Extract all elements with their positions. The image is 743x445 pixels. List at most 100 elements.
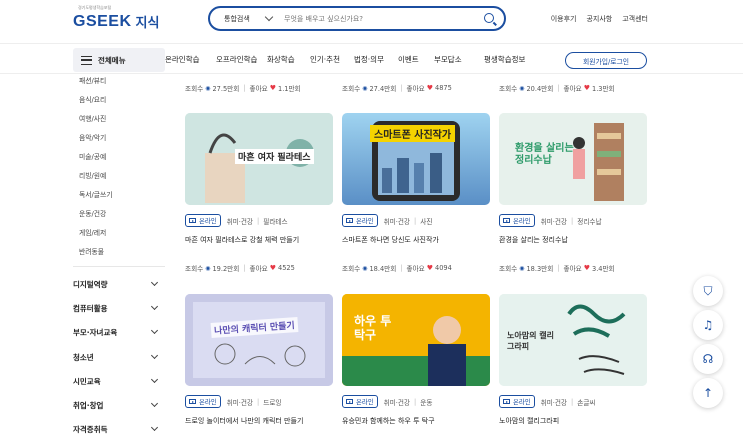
thumbnail-title: 스마트폰 사진작가 — [370, 125, 456, 142]
course-thumbnail[interactable]: 마흔 여자 필라테스 — [185, 113, 333, 205]
link-notices[interactable]: 공지사항 — [586, 14, 612, 24]
logo-subtitle: 지식 — [135, 16, 160, 31]
chevron-down-icon — [150, 375, 159, 384]
logo[interactable]: GSEEK 지식 — [73, 9, 159, 31]
sidebar-sub-reading[interactable]: 독서/글쓰기 — [79, 189, 113, 199]
sidebar-sub-exercise[interactable]: 운동/건강 — [79, 208, 106, 218]
badge-label: 온라인 — [356, 398, 374, 406]
sidebar-cat-label: 부모·자녀교육 — [73, 328, 118, 337]
search-input[interactable] — [284, 14, 464, 23]
online-badge: 온라인 — [185, 214, 221, 227]
sidebar-sub-travel[interactable]: 여행/사진 — [79, 113, 106, 123]
course-title[interactable]: 마흔 여자 필라테스로 강철 체력 만들기 — [185, 235, 299, 245]
nav-parents[interactable]: 부모답소 — [434, 54, 484, 65]
award-icon: ⛉ — [703, 283, 713, 298]
nav-items: 온라인학습 오프라인학습 화상학습 인기·추천 법정·의무 이벤트 부모답소 평… — [165, 54, 525, 65]
scroll-top-button[interactable]: ↑ — [693, 378, 723, 408]
badge-label: 온라인 — [199, 217, 217, 225]
sidebar-cat-label: 디지털역량 — [73, 280, 108, 289]
likes-label: 좋아요 — [563, 85, 582, 93]
link-reviews[interactable]: 이용후기 — [551, 14, 577, 24]
signup-login-button[interactable]: 회원가입/로그인 — [565, 52, 647, 69]
nav-info[interactable]: 평생학습정보 — [484, 54, 525, 65]
sidebar-cat-label: 시민교육 — [73, 377, 101, 386]
course-tags: 온라인 취미·건강 | 손글씨 — [499, 395, 595, 408]
course-thumbnail[interactable]: 스마트폰 사진작가 — [342, 113, 490, 205]
eye-icon: ◉ — [205, 84, 211, 92]
heart-icon: ♥ — [426, 264, 433, 272]
tag-subcategory: 운동 — [420, 398, 433, 407]
course-title[interactable]: 노아맘의 캘리그라피 — [499, 416, 559, 426]
sidebar-sub-living[interactable]: 리빙/원예 — [79, 170, 106, 180]
views-count: 27.5만회 — [212, 85, 240, 93]
sidebar-sub-food[interactable]: 음식/요리 — [79, 94, 106, 104]
header: 경기도평생학습포털 GSEEK 지식 통합검색 이용후기 공지사항 고객센터 — [0, 0, 743, 44]
nav-legal[interactable]: 법정·의무 — [354, 54, 398, 65]
eye-icon: ◉ — [362, 264, 368, 272]
chevron-down-icon — [150, 423, 159, 432]
likes-label: 좋아요 — [406, 265, 425, 273]
views-count: 18.3만회 — [526, 265, 554, 273]
badge-label: 온라인 — [199, 398, 217, 406]
sidebar-sub-art[interactable]: 미술/공예 — [79, 151, 106, 161]
badge-award-button[interactable]: ⛉ — [693, 276, 723, 306]
sidebar-cat-digital[interactable]: 디지털역량 — [73, 278, 161, 290]
course-thumbnail[interactable]: 노아맘의 캘리그라피 — [499, 294, 647, 386]
likes-count: 4875 — [435, 84, 452, 92]
likes-count: 1.3만회 — [592, 85, 615, 93]
top-links: 이용후기 공지사항 고객센터 — [551, 14, 648, 24]
tag-subcategory: 정리수납 — [577, 217, 602, 226]
course-title[interactable]: 스마트폰 하나면 당신도 사진작가 — [342, 235, 439, 245]
sidebar-divider — [73, 266, 165, 267]
all-menu-button[interactable]: 전체메뉴 — [73, 48, 165, 72]
views-label: 조회수 — [185, 265, 204, 273]
course-thumbnail[interactable]: 나만의 캐릭터 만들기 — [185, 294, 333, 386]
nav-event[interactable]: 이벤트 — [398, 54, 434, 65]
views-count: 27.4만회 — [369, 85, 397, 93]
sidebar-cat-license[interactable]: 자격증취득 — [73, 423, 161, 435]
headset-icon: ☊ — [702, 352, 714, 366]
sidebar-cat-youth[interactable]: 청소년 — [73, 351, 161, 363]
sidebar-sub-music[interactable]: 음악/악기 — [79, 132, 106, 142]
online-badge: 온라인 — [342, 395, 378, 408]
heart-icon: ♥ — [583, 264, 590, 272]
chevron-down-icon — [150, 302, 159, 311]
course-title[interactable]: 환경을 살리는 정리수납 — [499, 235, 568, 245]
card-stats: 조회수 ◉ 18.3만회 | 좋아요 ♥ 3.4만회 — [499, 263, 615, 273]
sidebar-cat-label: 취업·창업 — [73, 401, 104, 410]
sidebar-cat-career[interactable]: 취업·창업 — [73, 399, 161, 411]
card-stats: 조회수 ◉ 18.4만회 | 좋아요 ♥ 4094 — [342, 263, 452, 273]
card-stats: 조회수 ◉ 19.2만회 | 좋아요 ♥ 4525 — [185, 263, 295, 273]
thumbnail-title: 하우 투 탁구 — [354, 314, 392, 342]
sidebar-cat-parent[interactable]: 부모·자녀교육 — [73, 326, 161, 338]
sidebar-cat-citizen[interactable]: 시민교육 — [73, 375, 161, 387]
likes-label: 좋아요 — [563, 265, 582, 273]
views-count: 19.2만회 — [212, 265, 240, 273]
card-stats: 조회수 ◉ 20.4만회 | 좋아요 ♥ 1.3만회 — [499, 83, 615, 93]
course-title[interactable]: 유승민과 함께하는 하우 투 탁구 — [342, 416, 435, 426]
card-stats: 조회수 ◉ 27.5만회 | 좋아요 ♥ 1.1만회 — [185, 83, 301, 93]
sidebar-sub-pet[interactable]: 반려동물 — [79, 246, 104, 256]
online-badge: 온라인 — [499, 214, 535, 227]
notification-button[interactable]: ♫ — [693, 310, 723, 340]
nav-popular[interactable]: 인기·추천 — [310, 54, 354, 65]
course-title[interactable]: 드로잉 놀이터에서 나만의 캐릭터 만들기 — [185, 416, 303, 426]
chevron-down-icon[interactable] — [264, 12, 274, 22]
tag-category: 취미·건강 — [383, 217, 411, 226]
sidebar-sub-game[interactable]: 게임/레저 — [79, 227, 106, 237]
sidebar-sub-fashion[interactable]: 패션/뷰티 — [79, 75, 106, 85]
nav-offline[interactable]: 오프라인학습 — [216, 54, 267, 65]
support-button[interactable]: ☊ — [693, 344, 723, 374]
course-thumbnail[interactable]: 환경을 살리는 정리수납 — [499, 113, 647, 205]
search-icon[interactable] — [484, 13, 494, 23]
play-icon — [346, 399, 353, 404]
course-thumbnail[interactable]: 하우 투 탁구 — [342, 294, 490, 386]
nav-video[interactable]: 화상학습 — [267, 54, 310, 65]
nav-online[interactable]: 온라인학습 — [165, 54, 216, 65]
sidebar-cat-label: 컴퓨터활용 — [73, 304, 108, 313]
link-support[interactable]: 고객센터 — [622, 14, 648, 24]
sidebar-cat-computer[interactable]: 컴퓨터활용 — [73, 302, 161, 314]
heart-icon: ♥ — [583, 84, 590, 92]
chevron-down-icon — [150, 278, 159, 287]
search-category-select[interactable]: 통합검색 — [224, 14, 258, 24]
